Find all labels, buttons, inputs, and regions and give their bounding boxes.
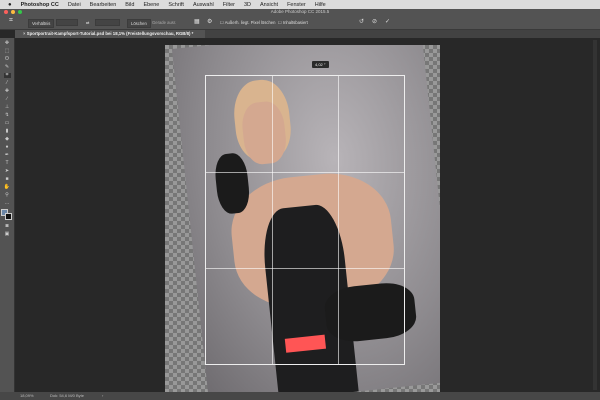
width-input[interactable] — [56, 19, 78, 26]
shape-tool-icon[interactable]: ■ — [4, 176, 11, 182]
commit-check-icon[interactable]: ✓ — [385, 18, 390, 25]
zoom-button[interactable] — [18, 10, 22, 14]
tools-panel: ✥ ⬚ ʘ ✎ ⌗ ⁄ ✚ ∕ ⊥ ↯ ▭ ▮ ◆ ● ✒ T ➤ ■ ✋ ⚲ … — [0, 38, 15, 392]
menu-bild[interactable]: Bild — [125, 2, 134, 8]
tab-title: Sportportrait-Kampfsport-Tutorial.psd be… — [26, 31, 194, 36]
straighten-button[interactable]: Gerade ausr. — [152, 20, 176, 25]
menu-ansicht[interactable]: Ansicht — [260, 2, 278, 8]
crop-box[interactable] — [205, 75, 405, 365]
gear-icon[interactable]: ⚙ — [207, 18, 212, 25]
pen-tool-icon[interactable]: ✒ — [4, 152, 11, 158]
screen-mode-icon[interactable]: ▣ — [4, 231, 11, 237]
menu-bar: ● Photoshop CC Datei Bearbeiten Bild Ebe… — [0, 0, 600, 9]
ratio-select[interactable]: Verhältnis — [28, 19, 54, 28]
dodge-tool-icon[interactable]: ● — [4, 144, 11, 150]
vertical-scrollbar[interactable] — [593, 40, 597, 390]
grid-line — [206, 171, 404, 173]
menu-bearbeiten[interactable]: Bearbeiten — [90, 2, 117, 8]
zoom-level[interactable]: 18,09% — [20, 392, 34, 400]
healing-tool-icon[interactable]: ✚ — [4, 88, 11, 94]
content-aware-label: Inhaltsbasiert — [282, 20, 308, 25]
history-brush-icon[interactable]: ↯ — [4, 112, 11, 118]
type-tool-icon[interactable]: T — [4, 160, 11, 166]
brush-tool-icon[interactable]: ∕ — [4, 96, 11, 102]
menu-app[interactable]: Photoshop CC — [21, 2, 59, 8]
color-swatches[interactable] — [1, 208, 13, 221]
grid-line — [206, 267, 404, 269]
height-input[interactable] — [95, 19, 120, 26]
crop-tool-icon[interactable]: ⌗ — [3, 72, 11, 78]
eyedropper-tool-icon[interactable]: ⁄ — [4, 80, 11, 86]
document-tab[interactable]: × Sportportrait-Kampfsport-Tutorial.psd … — [15, 30, 205, 38]
status-menu-icon[interactable]: › — [102, 392, 103, 400]
minimize-button[interactable] — [11, 10, 15, 14]
delete-cropped-label: Außerh. liegt. Pixel löschen — [224, 20, 276, 25]
menu-fenster[interactable]: Fenster — [287, 2, 306, 8]
quick-mask-icon[interactable]: ◙ — [4, 223, 11, 229]
delete-cropped-checkbox[interactable]: ☐ Außerh. liegt. Pixel löschen — [220, 20, 275, 25]
crop-tool-icon[interactable]: ⌗ — [9, 17, 13, 25]
blur-tool-icon[interactable]: ◆ — [4, 136, 11, 142]
close-button[interactable] — [4, 10, 8, 14]
menu-auswahl[interactable]: Auswahl — [193, 2, 214, 8]
quick-select-tool-icon[interactable]: ✎ — [4, 64, 11, 70]
apple-menu-icon[interactable]: ● — [8, 2, 12, 8]
menu-hilfe[interactable]: Hilfe — [315, 2, 326, 8]
grid-line — [271, 76, 273, 364]
zoom-tool-icon[interactable]: ⚲ — [4, 192, 11, 198]
menu-filter[interactable]: Filter — [223, 2, 235, 8]
clear-button[interactable]: Löschen — [127, 19, 151, 28]
swap-icon[interactable]: ⇄ — [86, 20, 90, 25]
lasso-tool-icon[interactable]: ʘ — [4, 56, 11, 62]
reset-icon[interactable]: ↺ — [359, 18, 364, 25]
marquee-tool-icon[interactable]: ⬚ — [4, 48, 11, 54]
angle-readout: 4,02 ° — [312, 61, 329, 68]
move-tool-icon[interactable]: ✥ — [4, 40, 11, 46]
options-bar: ⌗ Verhältnis ⇄ Löschen Gerade ausr. ▦ ⚙ … — [0, 15, 600, 30]
menu-datei[interactable]: Datei — [68, 2, 81, 8]
cancel-icon[interactable]: ⊘ — [372, 18, 377, 25]
path-select-icon[interactable]: ➤ — [4, 168, 11, 174]
hand-tool-icon[interactable]: ✋ — [4, 184, 11, 190]
gradient-tool-icon[interactable]: ▮ — [4, 128, 11, 134]
eraser-tool-icon[interactable]: ▭ — [4, 120, 11, 126]
content-aware-checkbox[interactable]: ☐ Inhaltsbasiert — [278, 20, 308, 25]
menu-3d[interactable]: 3D — [244, 2, 251, 8]
overlay-grid-icon[interactable]: ▦ — [194, 18, 200, 25]
doc-size: Dok: 54,6 M/0 Byte — [50, 393, 85, 398]
menu-schrift[interactable]: Schrift — [168, 2, 184, 8]
tab-bar: × Sportportrait-Kampfsport-Tutorial.psd … — [15, 30, 600, 38]
menu-ebene[interactable]: Ebene — [143, 2, 159, 8]
more-tools-icon[interactable]: … — [4, 200, 11, 206]
stamp-tool-icon[interactable]: ⊥ — [4, 104, 11, 110]
grid-line — [337, 76, 339, 364]
status-bar: 18,09% Dok: 54,6 M/0 Byte › — [0, 392, 600, 400]
